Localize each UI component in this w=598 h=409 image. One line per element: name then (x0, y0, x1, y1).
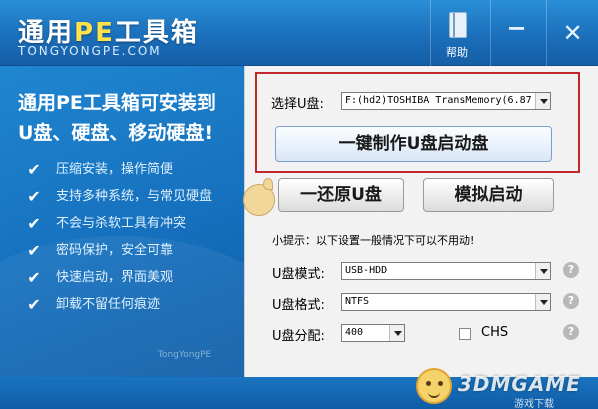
minimize-icon: − (506, 14, 527, 42)
close-icon: ✕ (562, 19, 583, 47)
logo-subtitle: TONGYONGPE.COM (18, 44, 162, 58)
app-window: 通用PE工具箱 TONGYONGPE.COM 帮助 − ✕ 通用PE工具箱可安装… (0, 0, 598, 409)
format-label: U盘格式: (272, 298, 325, 313)
format-select[interactable]: NTFS (341, 293, 551, 311)
mode-select[interactable]: USB-HDD (341, 262, 551, 280)
mascot-ear (263, 178, 273, 190)
check-icon: ✔ (27, 241, 41, 260)
disk-select[interactable]: F:(hd2)TOSHIBA TransMemory(6.87 (341, 92, 551, 110)
restore-disk-button[interactable]: 一还原U盘 (278, 178, 404, 212)
feature-item: ✔ 支持多种系统，与常见硬盘 (22, 183, 212, 210)
partition-select[interactable]: 400 (341, 324, 405, 342)
check-icon: ✔ (27, 268, 41, 287)
check-icon: ✔ (27, 295, 41, 314)
tip-text: 小提示：以下设置一般情况下可以不用动! (272, 234, 475, 247)
check-icon: ✔ (27, 214, 41, 233)
help-label: 帮助 (446, 46, 468, 59)
format-select-value: NTFS (345, 296, 370, 307)
mode-select-value: USB-HDD (345, 265, 388, 276)
partition-label: U盘分配: (272, 329, 325, 344)
chs-checkbox[interactable] (459, 328, 471, 340)
title-bar: 通用PE工具箱 TONGYONGPE.COM 帮助 − ✕ (0, 0, 598, 66)
watermark-face-icon (416, 368, 452, 404)
chevron-down-icon (535, 263, 550, 279)
partition-select-value: 400 (345, 327, 364, 338)
feature-item: ✔ 卸载不留任何痕迹 (22, 291, 212, 318)
minimize-button[interactable]: − (490, 0, 542, 66)
check-icon: ✔ (27, 160, 41, 179)
book-icon (449, 12, 467, 38)
feature-label: 密码保护，安全可靠 (56, 243, 174, 258)
make-boot-disk-button[interactable]: 一键制作U盘启动盘 (275, 126, 552, 162)
chevron-down-icon (389, 325, 404, 341)
help-button[interactable]: 帮助 (430, 0, 482, 66)
headline-line-1: 通用PE工具箱可安装到 (18, 92, 216, 114)
close-button[interactable]: ✕ (546, 0, 598, 66)
feature-item: ✔ 不会与杀软工具有冲突 (22, 210, 212, 237)
settings-panel: 选择U盘: F:(hd2)TOSHIBA TransMemory(6.87 一键… (243, 66, 598, 377)
check-icon: ✔ (27, 187, 41, 206)
feature-item: ✔ 密码保护，安全可靠 (22, 237, 212, 264)
feature-item: ✔ 压缩安装，操作简便 (22, 156, 212, 183)
mascot-icon (239, 178, 279, 220)
feature-list: ✔ 压缩安装，操作简便 ✔ 支持多种系统，与常见硬盘 ✔ 不会与杀软工具有冲突 ✔ 密码… (22, 156, 212, 318)
feature-label: 支持多种系统，与常见硬盘 (56, 189, 213, 204)
chs-label: CHS (481, 325, 509, 340)
panel-brand-text: TongYongPE (158, 350, 212, 360)
select-disk-label: 选择U盘: (271, 97, 324, 112)
watermark-brand: 3DMGAME (458, 372, 581, 396)
feature-panel: 通用PE工具箱可安装到 U盘、硬盘、移动硬盘! ✔ 压缩安装，操作简便 ✔ 支持多种… (0, 66, 244, 377)
feature-label: 压缩安装，操作简便 (56, 162, 174, 177)
feature-label: 卸载不留任何痕迹 (56, 297, 161, 312)
feature-label: 不会与杀软工具有冲突 (56, 216, 187, 231)
watermark-sub: 游戏下载 (514, 399, 554, 409)
chevron-down-icon (535, 294, 550, 310)
feature-label: 快速启动，界面美观 (56, 270, 174, 285)
partition-help-icon[interactable]: ? (563, 324, 579, 340)
disk-select-value: F:(hd2)TOSHIBA TransMemory(6.87 (345, 95, 532, 106)
chevron-down-icon (535, 93, 550, 109)
headline-line-2: U盘、硬盘、移动硬盘! (18, 122, 214, 144)
format-help-icon[interactable]: ? (563, 293, 579, 309)
mode-label: U盘模式: (272, 267, 325, 282)
feature-item: ✔ 快速启动，界面美观 (22, 264, 212, 291)
mode-help-icon[interactable]: ? (563, 262, 579, 278)
simulate-boot-button[interactable]: 模拟启动 (423, 178, 554, 212)
